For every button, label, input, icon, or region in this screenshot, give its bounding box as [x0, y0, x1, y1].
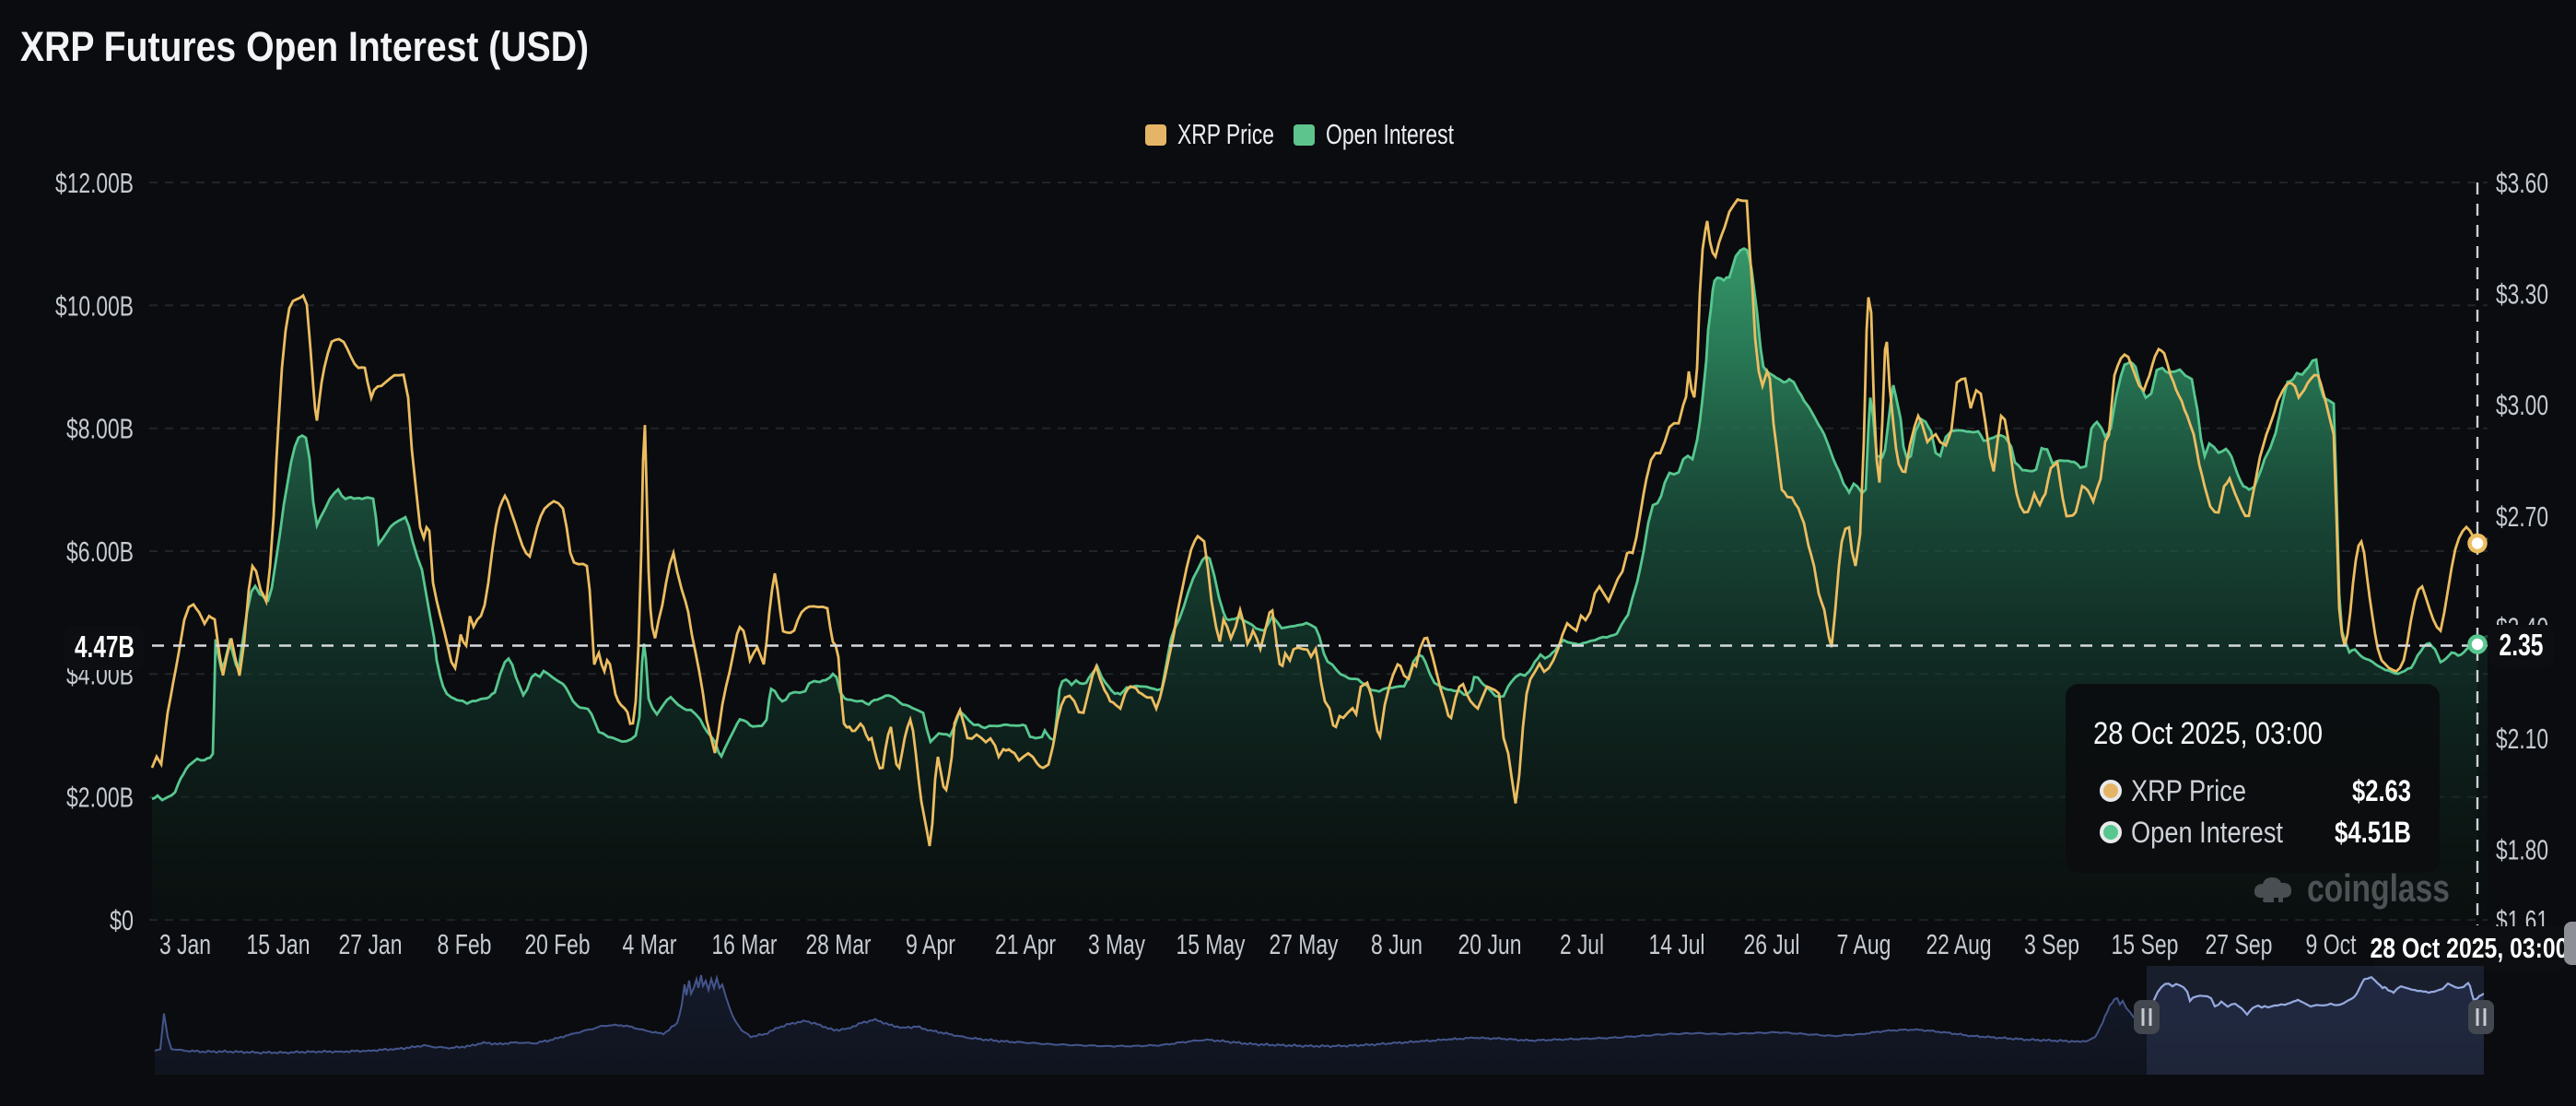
svg-text:$2.10: $2.10 — [2496, 723, 2548, 755]
svg-text:3 Jan: 3 Jan — [159, 928, 211, 960]
svg-text:26 Jul: 26 Jul — [1744, 928, 1800, 960]
svg-text:4 Mar: 4 Mar — [623, 928, 677, 960]
svg-text:coinglass: coinglass — [2307, 866, 2450, 910]
svg-text:XRP Price: XRP Price — [1177, 118, 1274, 150]
svg-text:14 Jul: 14 Jul — [1649, 928, 1705, 960]
svg-text:$1.80: $1.80 — [2496, 834, 2548, 866]
svg-text:2.35: 2.35 — [2500, 628, 2544, 662]
svg-text:$4.51B: $4.51B — [2335, 816, 2411, 849]
svg-text:8 Jun: 8 Jun — [1371, 928, 1423, 960]
svg-text:16 Mar: 16 Mar — [712, 928, 778, 960]
svg-text:8 Feb: 8 Feb — [438, 928, 492, 960]
svg-text:27 Sep: 27 Sep — [2206, 928, 2273, 960]
svg-text:21 Apr: 21 Apr — [995, 928, 1056, 960]
svg-text:$12.00B: $12.00B — [55, 167, 134, 199]
svg-text:27 Jan: 27 Jan — [339, 928, 403, 960]
svg-text:20 Jun: 20 Jun — [1458, 928, 1522, 960]
svg-text:$2.63: $2.63 — [2352, 774, 2411, 807]
svg-text:28 Oct 2025, 03:00: 28 Oct 2025, 03:00 — [2371, 932, 2569, 964]
svg-text:28 Mar: 28 Mar — [806, 928, 872, 960]
svg-text:20 Feb: 20 Feb — [525, 928, 591, 960]
svg-text:15 May: 15 May — [1177, 928, 1246, 960]
svg-text:$8.00B: $8.00B — [66, 413, 134, 445]
svg-text:$3.30: $3.30 — [2496, 278, 2548, 311]
svg-text:27 May: 27 May — [1270, 928, 1339, 960]
svg-text:$2.70: $2.70 — [2496, 500, 2548, 533]
svg-text:7 Aug: 7 Aug — [1837, 928, 1891, 960]
svg-text:$3.60: $3.60 — [2496, 167, 2548, 199]
svg-text:9 Apr: 9 Apr — [906, 928, 955, 960]
svg-text:$0: $0 — [110, 904, 134, 936]
svg-text:22 Aug: 22 Aug — [1926, 928, 1992, 960]
svg-text:XRP Futures Open Interest (USD: XRP Futures Open Interest (USD) — [20, 23, 589, 70]
svg-text:15 Sep: 15 Sep — [2112, 928, 2179, 960]
svg-text:$2.00B: $2.00B — [66, 782, 134, 814]
svg-text:XRP Price: XRP Price — [2131, 774, 2246, 807]
svg-text:3 Sep: 3 Sep — [2024, 928, 2079, 960]
svg-text:$3.00: $3.00 — [2496, 389, 2548, 421]
svg-text:Open Interest: Open Interest — [1326, 118, 1454, 150]
svg-text:2 Jul: 2 Jul — [1560, 928, 1604, 960]
svg-text:Open Interest: Open Interest — [2131, 816, 2283, 849]
svg-text:3 May: 3 May — [1088, 928, 1145, 960]
svg-text:4.47B: 4.47B — [75, 629, 135, 664]
svg-text:9 Oct: 9 Oct — [2306, 928, 2357, 960]
svg-text:28 Oct 2025, 03:00: 28 Oct 2025, 03:00 — [2093, 716, 2323, 751]
svg-text:$6.00B: $6.00B — [66, 535, 134, 568]
svg-text:$10.00B: $10.00B — [55, 289, 134, 322]
svg-text:15 Jan: 15 Jan — [247, 928, 310, 960]
